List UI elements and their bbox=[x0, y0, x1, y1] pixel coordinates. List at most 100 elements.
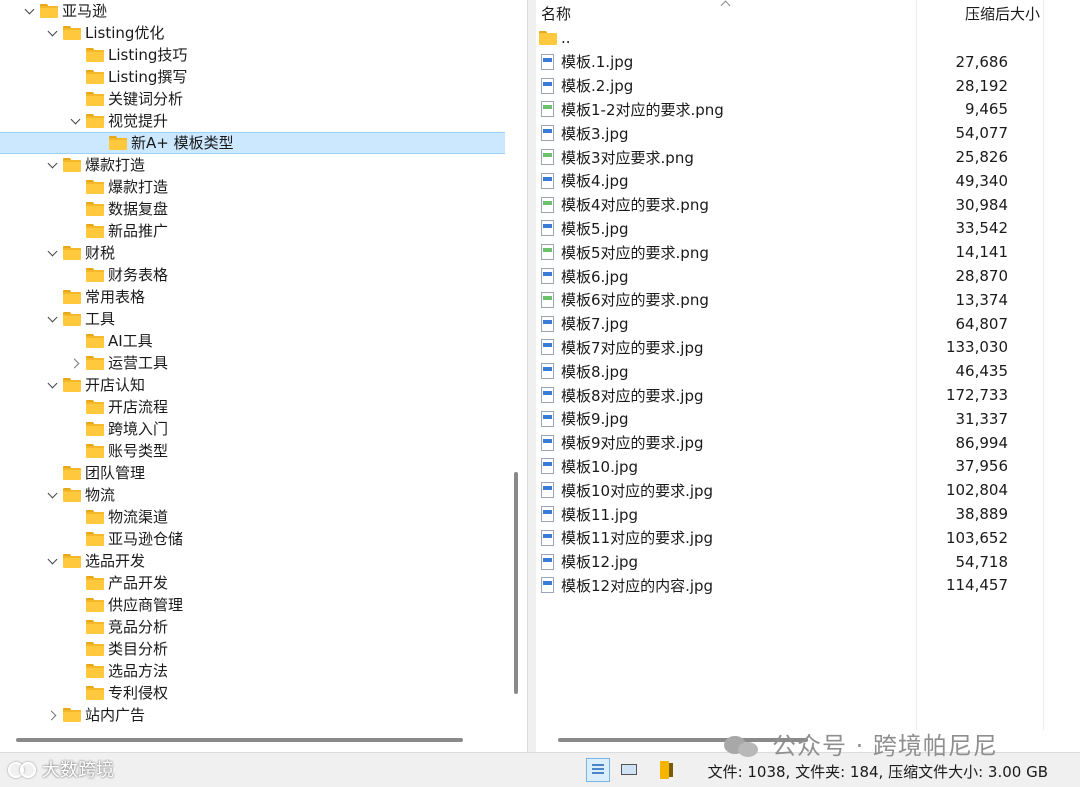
tree-item[interactable]: 选品开发 bbox=[0, 550, 505, 572]
tree-item[interactable]: 账号类型 bbox=[0, 440, 505, 462]
tree-item[interactable]: 亚马逊 bbox=[0, 0, 505, 22]
tree-item[interactable]: 常用表格 bbox=[0, 286, 505, 308]
bookmark-icon[interactable] bbox=[656, 758, 680, 782]
file-row[interactable]: 模板8对应的要求.jpg 172,733 bbox=[536, 383, 1042, 407]
chevron-down-icon[interactable] bbox=[45, 245, 61, 261]
tree-item[interactable]: AI工具 bbox=[0, 330, 505, 352]
file-row[interactable]: 模板.1.jpg 27,686 bbox=[536, 50, 1042, 74]
tree-item[interactable]: 物流 bbox=[0, 484, 505, 506]
tree-item[interactable]: 站内广告 bbox=[0, 704, 505, 726]
file-row[interactable]: 模板5.jpg 33,542 bbox=[536, 216, 1042, 240]
tree-item[interactable]: 工具 bbox=[0, 308, 505, 330]
tree-item[interactable]: 关键词分析 bbox=[0, 88, 505, 110]
tree-item[interactable]: 团队管理 bbox=[0, 462, 505, 484]
tree-item[interactable]: 财税 bbox=[0, 242, 505, 264]
column-header-name[interactable]: 名称 bbox=[541, 3, 571, 24]
file-row[interactable]: 模板1-2对应的要求.png 9,465 bbox=[536, 97, 1042, 121]
file-row[interactable]: 模板6对应的要求.png 13,374 bbox=[536, 288, 1042, 312]
file-name: 模板12.jpg bbox=[561, 553, 639, 572]
file-list: 名称 压缩后大小 .. 模板.1.jpg 27,686 模板.2.jpg 28,192 模… bbox=[536, 0, 1080, 752]
tree-item[interactable]: 爆款打造 bbox=[0, 176, 505, 198]
jpg-file-icon bbox=[541, 458, 554, 475]
tree-item[interactable]: 类目分析 bbox=[0, 638, 505, 660]
png-file-icon bbox=[541, 291, 554, 308]
tree-item-label: 爆款打造 bbox=[108, 178, 169, 196]
file-row[interactable]: 模板6.jpg 28,870 bbox=[536, 264, 1042, 288]
chevron-down-icon[interactable] bbox=[22, 3, 38, 19]
file-row[interactable]: 模板.2.jpg 28,192 bbox=[536, 74, 1042, 98]
tree-item[interactable]: 专利侵权 bbox=[0, 682, 505, 704]
tree-item-label: 新A+ 模板类型 bbox=[131, 134, 234, 152]
file-row[interactable]: 模板10.jpg 37,956 bbox=[536, 454, 1042, 478]
chevron-down-icon[interactable] bbox=[45, 157, 61, 173]
file-row[interactable]: 模板11对应的要求.jpg 103,652 bbox=[536, 526, 1042, 550]
tree-item[interactable]: 产品开发 bbox=[0, 572, 505, 594]
tree-item-label: AI工具 bbox=[108, 332, 153, 350]
file-row[interactable]: 模板9对应的要求.jpg 86,994 bbox=[536, 431, 1042, 455]
file-compressed-size: 102,804 bbox=[945, 481, 1008, 500]
file-row[interactable]: 模板12.jpg 54,718 bbox=[536, 550, 1042, 574]
tree-item[interactable]: Listing技巧 bbox=[0, 44, 505, 66]
chevron-right-icon[interactable] bbox=[68, 355, 84, 371]
file-row[interactable]: 模板3对应要求.png 25,826 bbox=[536, 145, 1042, 169]
tree-item-label: Listing优化 bbox=[85, 24, 165, 42]
file-row[interactable]: 模板4对应的要求.png 30,984 bbox=[536, 193, 1042, 217]
tree-item[interactable]: 爆款打造 bbox=[0, 154, 505, 176]
tree-item[interactable]: 财务表格 bbox=[0, 264, 505, 286]
tree-vertical-scrollbar[interactable] bbox=[514, 472, 518, 694]
tree-horizontal-scrollbar[interactable] bbox=[16, 738, 463, 742]
file-compressed-size: 49,340 bbox=[955, 171, 1009, 190]
file-row[interactable]: 模板3.jpg 54,077 bbox=[536, 121, 1042, 145]
folder-icon bbox=[109, 136, 127, 150]
file-row[interactable]: 模板11.jpg 38,889 bbox=[536, 502, 1042, 526]
tree-item[interactable]: 新品推广 bbox=[0, 220, 505, 242]
thumbnail-view-icon[interactable] bbox=[618, 758, 642, 782]
file-row[interactable]: 模板12对应的内容.jpg 114,457 bbox=[536, 573, 1042, 597]
tree-item[interactable]: 运营工具 bbox=[0, 352, 505, 374]
tree-item[interactable]: 视觉提升 bbox=[0, 110, 505, 132]
chevron-right-icon[interactable] bbox=[45, 707, 61, 723]
file-row[interactable]: 模板4.jpg 49,340 bbox=[536, 169, 1042, 193]
tree-item[interactable]: 选品方法 bbox=[0, 660, 505, 682]
status-summary: 文件: 1038, 文件夹: 184, 压缩文件大小: 3.00 GB bbox=[707, 763, 1048, 781]
tree-item[interactable]: 数据复盘 bbox=[0, 198, 505, 220]
tree-item[interactable]: Listing撰写 bbox=[0, 66, 505, 88]
chevron-down-icon[interactable] bbox=[45, 487, 61, 503]
folder-icon bbox=[86, 686, 104, 700]
file-name: 模板10.jpg bbox=[561, 457, 639, 476]
tree-item[interactable]: 跨境入门 bbox=[0, 418, 505, 440]
watermark-right: 公众号 · 跨境帕尼尼 bbox=[722, 726, 998, 761]
chevron-down-icon[interactable] bbox=[45, 553, 61, 569]
tree-item[interactable]: Listing优化 bbox=[0, 22, 505, 44]
tree-item[interactable]: 物流渠道 bbox=[0, 506, 505, 528]
chevron-down-icon[interactable] bbox=[45, 377, 61, 393]
tree-item-label: 站内广告 bbox=[85, 706, 146, 724]
jpg-file-icon bbox=[541, 387, 554, 403]
file-row[interactable]: 模板9.jpg 31,337 bbox=[536, 407, 1042, 431]
details-view-icon[interactable] bbox=[586, 758, 610, 782]
chevron-down-icon[interactable] bbox=[45, 25, 61, 41]
tree-item[interactable]: 供应商管理 bbox=[0, 594, 505, 616]
folder-icon bbox=[63, 158, 81, 172]
file-row[interactable]: 模板10对应的要求.jpg 102,804 bbox=[536, 478, 1042, 502]
file-row[interactable]: 模板8.jpg 46,435 bbox=[536, 359, 1042, 383]
chevron-down-icon[interactable] bbox=[45, 311, 61, 327]
tree-item-label: 关键词分析 bbox=[108, 90, 184, 108]
column-header-compressed-size[interactable]: 压缩后大小 bbox=[965, 3, 1040, 24]
tree-item[interactable]: 开店认知 bbox=[0, 374, 505, 396]
file-row[interactable]: 模板7.jpg 64,807 bbox=[536, 312, 1042, 336]
tree-item[interactable]: 新A+ 模板类型 bbox=[0, 132, 505, 154]
chevron-down-icon[interactable] bbox=[68, 113, 84, 129]
folder-icon bbox=[86, 202, 104, 216]
file-row[interactable]: .. bbox=[536, 26, 1042, 50]
tree-item-label: 数据复盘 bbox=[108, 200, 169, 218]
tree-item[interactable]: 开店流程 bbox=[0, 396, 505, 418]
tree-item[interactable]: 亚马逊仓储 bbox=[0, 528, 505, 550]
jpg-file-icon bbox=[541, 77, 554, 94]
file-row[interactable]: 模板7对应的要求.jpg 133,030 bbox=[536, 335, 1042, 359]
file-row[interactable]: 模板5对应的要求.png 14,141 bbox=[536, 240, 1042, 264]
tree-item[interactable]: 竞品分析 bbox=[0, 616, 505, 638]
